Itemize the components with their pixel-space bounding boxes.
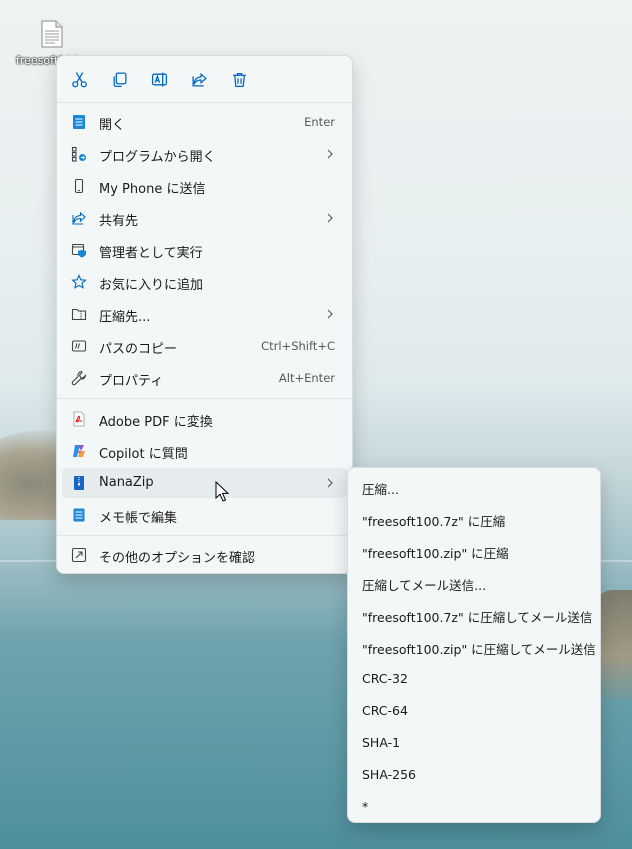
chevron-right-icon: [327, 149, 333, 159]
submenu-item-label: *: [362, 799, 369, 814]
menu-item-run-admin[interactable]: 管理者として実行: [62, 235, 347, 265]
menu-item-more-options[interactable]: その他のオプションを確認: [62, 540, 347, 570]
delete-button[interactable]: [227, 67, 251, 91]
submenu-item-crc32[interactable]: CRC-32: [352, 663, 596, 693]
submenu-item-label: "freesoft100.zip" に圧縮: [362, 546, 509, 561]
menu-item-label: プログラムから開く: [99, 150, 216, 165]
open-with-icon: [71, 146, 87, 162]
menu-item-label: プロパティ: [99, 374, 164, 389]
nanazip-submenu: 圧縮... "freesoft100.7z" に圧縮 "freesoft100.…: [347, 467, 601, 823]
submenu-item-compress-email[interactable]: 圧縮してメール送信...: [352, 567, 596, 597]
submenu-item-label: 圧縮...: [362, 482, 399, 497]
submenu-item-compress-zip[interactable]: "freesoft100.zip" に圧縮: [352, 535, 596, 565]
menu-item-add-favorite[interactable]: お気に入りに追加: [62, 267, 347, 297]
menu-item-nanazip[interactable]: NanaZip: [62, 468, 347, 498]
copy-path-icon: [71, 338, 87, 354]
menu-item-label: 圧縮先...: [99, 310, 151, 325]
submenu-item-sha1[interactable]: SHA-1: [352, 727, 596, 757]
admin-shield-icon: [71, 242, 87, 258]
notepad-icon: [71, 507, 87, 523]
star-icon: [71, 274, 87, 290]
menu-item-label: 共有先: [99, 214, 139, 229]
share-icon: [71, 210, 87, 226]
menu-item-share-to[interactable]: 共有先: [62, 203, 347, 233]
cut-icon: [71, 71, 87, 87]
submenu-item-label: SHA-256: [362, 767, 416, 782]
rename-button[interactable]: [147, 67, 171, 91]
more-options-icon: [71, 547, 87, 563]
chevron-right-icon: [327, 213, 333, 223]
share-button[interactable]: [187, 67, 211, 91]
menu-separator: [57, 398, 352, 399]
copy-button[interactable]: [107, 67, 131, 91]
menu-item-notepad[interactable]: メモ帳で編集: [62, 500, 347, 530]
submenu-item-compress-zip-email[interactable]: "freesoft100.zip" に圧縮してメール送信: [352, 631, 596, 661]
menu-item-adobe-pdf[interactable]: Adobe PDF に変換: [62, 404, 347, 434]
submenu-item-compress-7z[interactable]: "freesoft100.7z" に圧縮: [352, 503, 596, 533]
adobe-pdf-icon: [71, 411, 87, 427]
context-toolbar: [57, 56, 352, 103]
chevron-right-icon: [327, 309, 333, 319]
copilot-icon: [71, 443, 87, 459]
menu-item-compress-to[interactable]: 圧縮先...: [62, 299, 347, 329]
menu-item-copilot[interactable]: Copilot に質問: [62, 436, 347, 466]
submenu-item-label: SHA-1: [362, 735, 401, 750]
shortcut-label: Ctrl+Shift+C: [261, 339, 335, 353]
menu-item-label: メモ帳で編集: [99, 511, 178, 526]
shortcut-label: Alt+Enter: [278, 371, 335, 385]
copy-icon: [113, 71, 127, 87]
menu-item-label: Copilot に質問: [99, 447, 188, 462]
menu-item-send-phone[interactable]: My Phone に送信: [62, 171, 347, 201]
menu-item-open[interactable]: 開く Enter: [62, 107, 347, 137]
menu-item-label: お気に入りに追加: [99, 278, 204, 293]
submenu-item-compress-7z-email[interactable]: "freesoft100.7z" に圧縮してメール送信: [352, 599, 596, 629]
menu-item-label: その他のオプションを確認: [99, 551, 256, 566]
menu-item-label: パスのコピー: [99, 342, 178, 357]
submenu-item-label: 圧縮してメール送信...: [362, 578, 487, 593]
menu-item-label: NanaZip: [99, 475, 154, 490]
rename-icon: [151, 72, 167, 86]
wrench-icon: [71, 370, 87, 386]
submenu-item-crc64[interactable]: CRC-64: [352, 695, 596, 725]
context-menu: 開く Enter プログラムから開く My Phone に送信 共有先 管理者と…: [56, 55, 353, 574]
menu-item-label: 管理者として実行: [99, 246, 203, 261]
notepad-icon: [71, 114, 87, 130]
menu-item-label: 開く: [99, 118, 126, 133]
zip-folder-icon: [71, 306, 87, 322]
chevron-right-icon: [327, 478, 333, 488]
menu-item-copy-path[interactable]: パスのコピー Ctrl+Shift+C: [62, 331, 347, 361]
menu-item-label: My Phone に送信: [99, 182, 206, 197]
menu-item-open-with[interactable]: プログラムから開く: [62, 139, 347, 169]
delete-icon: [232, 72, 246, 87]
nanazip-icon: [71, 475, 87, 491]
mouse-cursor-icon: [215, 481, 230, 502]
menu-item-label: Adobe PDF に変換: [99, 415, 213, 430]
shortcut-label: Enter: [304, 115, 335, 129]
submenu-item-all-hashes[interactable]: *: [352, 791, 596, 821]
cut-button[interactable]: [67, 67, 91, 91]
submenu-item-label: "freesoft100.zip" に圧縮してメール送信: [362, 642, 596, 657]
submenu-item-label: "freesoft100.7z" に圧縮: [362, 514, 506, 529]
file-icon[interactable]: [40, 20, 64, 48]
share-icon: [191, 72, 207, 87]
submenu-item-label: "freesoft100.7z" に圧縮してメール送信: [362, 610, 593, 625]
submenu-item-compress[interactable]: 圧縮...: [352, 471, 596, 501]
submenu-item-label: CRC-64: [362, 703, 408, 718]
menu-item-properties[interactable]: プロパティ Alt+Enter: [62, 363, 347, 393]
submenu-item-sha256[interactable]: SHA-256: [352, 759, 596, 789]
submenu-item-label: CRC-32: [362, 671, 408, 686]
menu-separator: [57, 535, 352, 536]
phone-icon: [71, 178, 87, 194]
